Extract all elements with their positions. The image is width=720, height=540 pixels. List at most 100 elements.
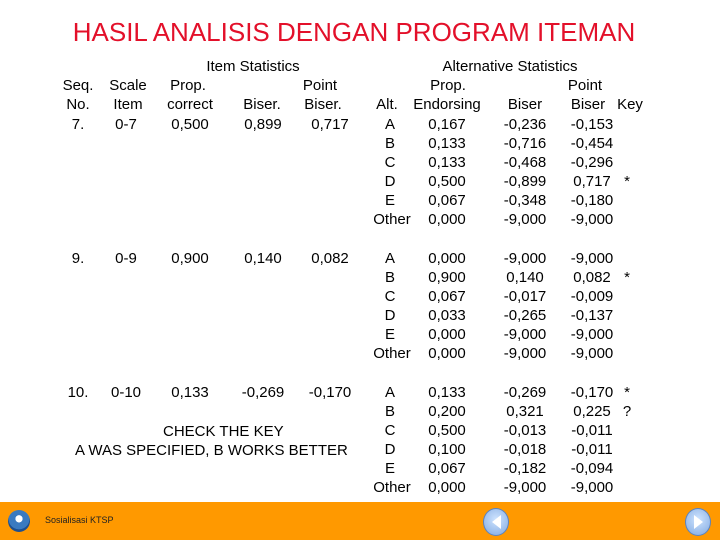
alt-point-biser: -0,180 (570, 192, 614, 209)
header-point: Point (302, 77, 338, 94)
prev-button[interactable] (483, 508, 509, 536)
alt-biser: -0,348 (503, 192, 547, 209)
key-mark: * (624, 173, 630, 190)
header-item_stats: Item Statistics (206, 58, 300, 75)
alt-prop: 0,133 (428, 154, 466, 171)
header-scale: Scale (109, 77, 147, 94)
right-arrow-icon (693, 515, 703, 529)
point-biser: 0,717 (311, 116, 349, 133)
header-prop: Prop. (170, 77, 206, 94)
alt-point-biser: -0,170 (570, 384, 614, 401)
logo-icon (8, 510, 30, 532)
alt-point-biser: -0,011 (571, 441, 613, 458)
alt-point-biser: -0,454 (570, 135, 614, 152)
alt-prop: 0,500 (428, 422, 466, 439)
alt-point-biser: -0,296 (570, 154, 614, 171)
alt-prop: 0,167 (428, 116, 466, 133)
alt-prop: 0,200 (428, 403, 466, 420)
alt-point-biser: -9,000 (570, 326, 614, 343)
alt-label: B (384, 135, 396, 152)
biser: 0,899 (244, 116, 282, 133)
alt-point-biser: 0,082 (573, 269, 611, 286)
key-mark: * (624, 384, 630, 401)
alt-biser: -9,000 (503, 479, 547, 496)
alt-label: Other (373, 479, 411, 496)
alt-label: A (384, 384, 396, 401)
scale-item: 0-10 (110, 384, 142, 401)
alt-prop: 0,067 (428, 288, 466, 305)
alt-prop: 0,000 (428, 479, 466, 496)
next-button[interactable] (685, 508, 711, 536)
alt-label: E (384, 192, 396, 209)
left-arrow-icon (491, 515, 501, 529)
alt-biser: -9,000 (503, 326, 547, 343)
alt-prop: 0,033 (428, 307, 466, 324)
alt-prop: 0,067 (428, 192, 466, 209)
header-no: No. (66, 96, 90, 113)
alt-biser: -0,236 (503, 116, 547, 133)
biser: -0,269 (241, 384, 285, 401)
biser: 0,140 (244, 250, 282, 267)
scale-item: 0-9 (115, 250, 137, 267)
alt-label: C (384, 154, 396, 171)
header-item: Item (113, 96, 143, 113)
alt-prop: 0,067 (428, 460, 466, 477)
alt-point-biser: 0,225 (573, 403, 611, 420)
footer-label: Sosialisasi KTSP (45, 515, 114, 525)
alt-label: C (384, 288, 396, 305)
header-correct: correct (167, 96, 213, 113)
alt-label: Other (373, 345, 411, 362)
header-alt_biser: Biser (507, 96, 543, 113)
point-biser: 0,082 (311, 250, 349, 267)
alt-point-biser: 0,717 (573, 173, 611, 190)
scale-item: 0-7 (115, 116, 137, 133)
alt-point-biser: -0,137 (570, 307, 614, 324)
alt-label: D (384, 173, 396, 190)
alt-prop: 0,133 (428, 135, 466, 152)
alt-biser: -0,265 (503, 307, 547, 324)
alt-label: Other (373, 211, 411, 228)
alt-biser: -9,000 (503, 345, 547, 362)
alt-label: D (384, 307, 396, 324)
alt-label: B (384, 269, 396, 286)
header-biser: Biser. (243, 96, 281, 113)
alt-point-biser: -9,000 (570, 211, 614, 228)
alt-biser: -0,182 (503, 460, 547, 477)
alt-point-biser: -9,000 (570, 479, 614, 496)
alt-point-biser: -0,153 (570, 116, 614, 133)
header-alt_point: Point (567, 77, 603, 94)
alt-label: D (384, 441, 396, 458)
prop-correct: 0,500 (171, 116, 209, 133)
alt-label: A (384, 250, 396, 267)
point-biser: -0,170 (308, 384, 352, 401)
alt-biser: -0,017 (503, 288, 547, 305)
alt-biser: -0,468 (503, 154, 547, 171)
alt-biser: -9,000 (503, 211, 547, 228)
seq-no: 10. (67, 384, 89, 401)
alt-biser: 0,321 (506, 403, 544, 420)
alt-point-biser: -9,000 (570, 250, 614, 267)
header-pbiser: Biser. (304, 96, 342, 113)
prop-correct: 0,900 (171, 250, 209, 267)
alt-biser: -0,269 (503, 384, 547, 401)
header-endorsing: Endorsing (413, 96, 481, 113)
slide-title: HASIL ANALISIS DENGAN PROGRAM ITEMAN (72, 17, 636, 47)
alt-biser: -0,013 (503, 422, 547, 439)
header-alt: Alt. (376, 96, 398, 113)
note-specified: A WAS SPECIFIED, B WORKS BETTER (75, 442, 348, 459)
alt-biser: -0,018 (503, 441, 547, 458)
alt-prop: 0,900 (428, 269, 466, 286)
footer-bar: Sosialisasi KTSP (0, 502, 720, 540)
alt-biser: -0,716 (503, 135, 547, 152)
alt-point-biser: -0,011 (571, 422, 613, 439)
header-alt_prop: Prop. (430, 77, 466, 94)
prop-correct: 0,133 (171, 384, 209, 401)
alt-point-biser: -9,000 (570, 345, 614, 362)
alt-prop: 0,000 (428, 250, 466, 267)
seq-no: 9. (71, 250, 85, 267)
alt-biser: -9,000 (503, 250, 547, 267)
alt-biser: 0,140 (506, 269, 544, 286)
alt-prop: 0,000 (428, 326, 466, 343)
alt-prop: 0,100 (428, 441, 466, 458)
header-alt_stats: Alternative Statistics (442, 58, 578, 75)
